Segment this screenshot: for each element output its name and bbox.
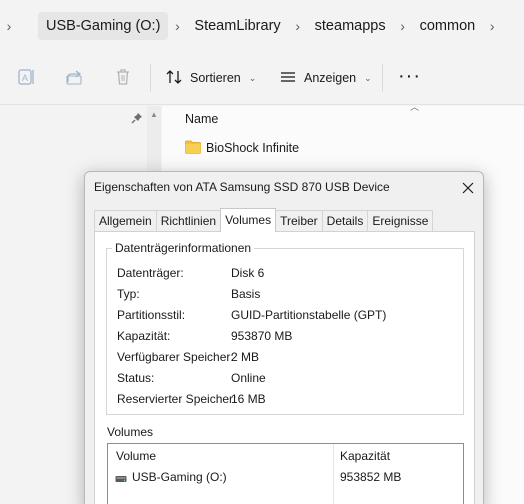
tab-details[interactable]: Details xyxy=(321,210,369,232)
dialog-title: Eigenschaften von ATA Samsung SSD 870 US… xyxy=(94,180,390,194)
info-label: Kapazität: xyxy=(117,329,171,343)
chevron-down-icon: ⌄ xyxy=(248,72,257,83)
info-value: 16 MB xyxy=(231,392,266,406)
breadcrumb-item-steamapps[interactable]: steamapps xyxy=(307,12,394,40)
breadcrumb-item-steamlibrary[interactable]: SteamLibrary xyxy=(186,12,288,40)
folder-icon xyxy=(185,140,201,157)
tab-treiber[interactable]: Treiber xyxy=(275,210,323,232)
sort-button[interactable]: Sortieren ⌄ xyxy=(166,66,256,90)
tab-volumes[interactable]: Volumes xyxy=(220,208,277,232)
toolbar-divider xyxy=(382,64,383,92)
close-icon[interactable] xyxy=(457,177,479,199)
rename-icon[interactable]: A xyxy=(16,66,38,88)
sort-up-icon: ︿ xyxy=(410,102,420,112)
column-header-name[interactable]: Name xyxy=(185,112,218,126)
info-label: Verfügbarer Speicher: xyxy=(117,350,234,364)
toolbar-divider xyxy=(150,64,151,92)
volume-capacity: 953852 MB xyxy=(340,470,402,484)
view-button[interactable]: Anzeigen ⌄ xyxy=(280,66,372,90)
delete-icon[interactable] xyxy=(112,66,134,88)
tab-ereignisse[interactable]: Ereignisse xyxy=(367,210,434,232)
more-icon[interactable]: ··· xyxy=(398,66,421,86)
sort-icon xyxy=(166,69,182,88)
breadcrumb-item-drive[interactable]: USB-Gaming (O:) xyxy=(38,12,169,40)
volume-name: USB-Gaming (O:) xyxy=(132,470,227,484)
chevron-down-icon: ⌄ xyxy=(364,72,372,83)
properties-dialog: Eigenschaften von ATA Samsung SSD 870 US… xyxy=(84,171,484,504)
breadcrumb-item-common[interactable]: common xyxy=(412,12,484,40)
info-value: GUID-Partitionstabelle (GPT) xyxy=(231,308,387,322)
group-title: Datenträgerinformationen xyxy=(112,241,255,255)
table-row[interactable]: USB-Gaming (O:) 953852 MB xyxy=(108,468,463,486)
drive-icon xyxy=(115,472,127,482)
info-label: Status: xyxy=(117,371,155,385)
info-value: 953870 MB xyxy=(231,329,293,343)
info-label: Typ: xyxy=(117,287,140,301)
command-bar: A Sortieren ⌄ Anzeigen ⌄ ··· xyxy=(0,50,524,105)
svg-text:A: A xyxy=(22,73,28,83)
view-icon xyxy=(280,69,296,88)
sort-label: Sortieren xyxy=(190,71,241,85)
chevron-right-icon[interactable]: › xyxy=(394,14,412,38)
volumes-list-header: Volume Kapazität xyxy=(108,444,463,504)
chevron-right-icon[interactable]: › xyxy=(289,14,307,38)
volumes-tab-panel: Datenträgerinformationen Datenträger: Di… xyxy=(94,231,475,504)
chevron-right-icon[interactable]: › xyxy=(168,14,186,38)
column-header-capacity[interactable]: Kapazität xyxy=(340,449,390,463)
chevron-right-icon[interactable]: › xyxy=(483,14,501,38)
tab-strip: Allgemein Richtlinien Volumes Treiber De… xyxy=(94,208,434,232)
info-label: Partitionsstil: xyxy=(117,308,186,322)
info-value: 2 MB xyxy=(231,350,260,364)
info-label: Datenträger: xyxy=(117,266,184,280)
info-value: Online xyxy=(231,371,266,385)
disk-info-group: Datenträgerinformationen Datenträger: Di… xyxy=(106,241,464,415)
volumes-list[interactable]: Volume Kapazität USB-Gaming (O:) 953852 … xyxy=(107,443,464,504)
info-label: Reservierter Speicher: xyxy=(117,392,237,406)
view-label: Anzeigen xyxy=(304,71,357,85)
tab-richtlinien[interactable]: Richtlinien xyxy=(155,210,222,232)
file-name: BioShock Infinite xyxy=(206,141,300,155)
chevron-right-icon[interactable]: › xyxy=(0,14,18,38)
tab-allgemein[interactable]: Allgemein xyxy=(94,210,157,232)
volumes-label: Volumes xyxy=(107,425,154,439)
info-value: Disk 6 xyxy=(231,266,265,280)
info-value: Basis xyxy=(231,287,261,301)
breadcrumb: › USB-Gaming (O:) › SteamLibrary › steam… xyxy=(0,8,524,44)
list-item[interactable]: BioShock Infinite xyxy=(185,138,299,158)
share-icon[interactable] xyxy=(64,66,86,88)
scroll-up-icon[interactable]: ▲ xyxy=(150,110,158,119)
column-header-volume[interactable]: Volume xyxy=(116,449,156,463)
pin-icon[interactable] xyxy=(131,112,143,124)
